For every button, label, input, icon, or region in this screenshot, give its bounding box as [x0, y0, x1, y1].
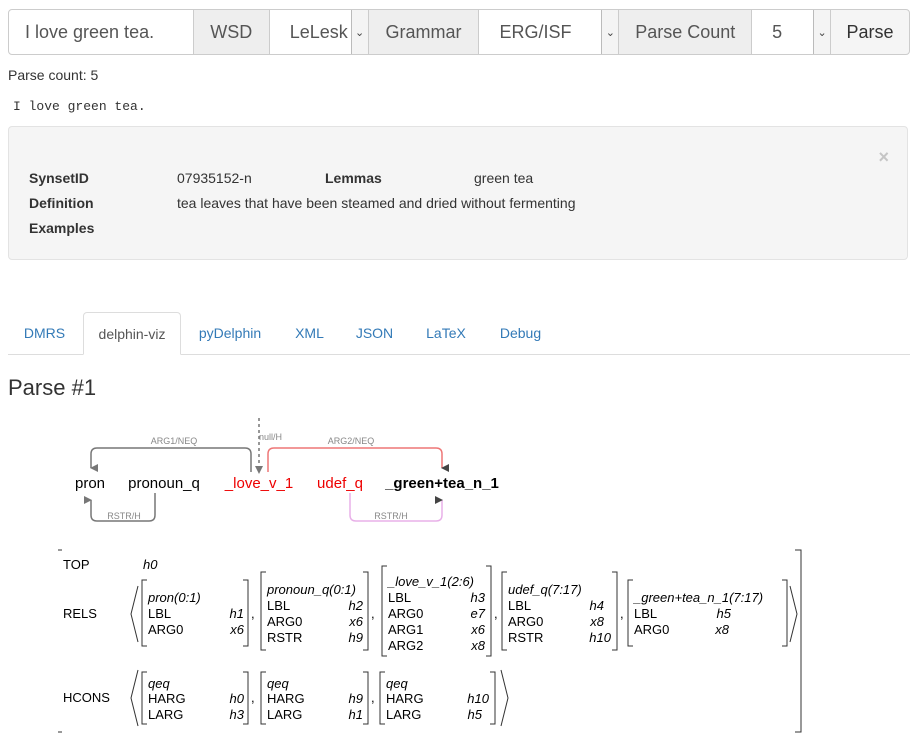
rel-value: x6	[470, 622, 486, 637]
rel-pronoun-q: pronoun_q(0:1) LBL h2 ARG0 x6 RSTR h9	[260, 571, 369, 651]
hcons-rel: qeq	[386, 676, 408, 691]
hcons-value: h3	[230, 707, 245, 722]
top-label: TOP	[63, 557, 90, 572]
arg2-link-label: ARG2/NEQ	[328, 436, 375, 446]
hcons-role: LARG	[386, 707, 421, 722]
rel-value: x6	[348, 614, 364, 629]
rel-green-tea-n-1: _green+tea_n_1(7:17) LBL h5 ARG0 x8	[627, 579, 788, 647]
rel-role: ARG0	[267, 614, 302, 629]
rel-pron: pron(0:1) LBL h1 ARG0 x6	[141, 579, 249, 647]
rel-pred: _love_v_1	[386, 574, 447, 589]
comma: ,	[251, 690, 255, 705]
hcons-value: h9	[349, 691, 363, 706]
svg-text:pron(0:1): pron(0:1)	[147, 590, 201, 605]
rel-value: x8	[589, 614, 605, 629]
comma: ,	[494, 606, 498, 621]
rel-pred: _green+tea_n_1	[632, 590, 729, 605]
rel-value: h10	[589, 630, 611, 645]
rel-udef-q: udef_q(7:17) LBL h4 ARG0 x8 RSTR h10	[501, 571, 618, 651]
dmrs-node-love-v-1[interactable]: _love_v_1	[224, 475, 293, 492]
rel-value: h2	[349, 598, 364, 613]
rel-role: LBL	[508, 598, 531, 613]
rel-pred: pron	[147, 590, 174, 605]
rel-value: h3	[471, 590, 486, 605]
dmrs-graph: null/H ARG1/NEQ ARG2/NEQ RSTR/H RSTR/H p…	[58, 418, 802, 733]
top-value: h0	[143, 557, 158, 572]
arg2-link	[267, 447, 449, 472]
rel-value: h4	[590, 598, 604, 613]
hcons-role: LARG	[267, 707, 302, 722]
rel-role: LBL	[148, 606, 171, 621]
hcons-role: HARG	[386, 691, 424, 706]
mrs-avm: TOP h0 RELS HCONS pron(0:1) LBL h1 ARG0 …	[58, 549, 802, 733]
top-link-label: null/H	[259, 432, 282, 442]
rel-role: LBL	[634, 606, 657, 621]
hcons-3: qeq HARG h10 LARG h5	[379, 671, 496, 725]
hcons-value: h5	[468, 707, 483, 722]
rels-label: RELS	[63, 606, 97, 621]
hcons-value: h10	[467, 691, 489, 706]
rel-role: ARG0	[148, 622, 183, 637]
rel-love-v-1: _love_v_1(2:6) LBL h3 ARG0 e7 ARG1 x6 AR…	[381, 565, 492, 657]
rel-role: ARG2	[388, 638, 423, 653]
arg1-link-label: ARG1/NEQ	[151, 436, 198, 446]
arrowhead-icon	[255, 466, 263, 474]
rel-span: (0:1)	[329, 582, 356, 597]
hcons-rel: qeq	[148, 676, 170, 691]
hcons-value: h0	[230, 691, 245, 706]
rel-role: RSTR	[267, 630, 302, 645]
rel-value: e7	[471, 606, 486, 621]
svg-text:_green+tea_n_1(7:17): _green+tea_n_1(7:17)	[632, 590, 763, 605]
rel-role: ARG1	[388, 622, 423, 637]
rel-role: RSTR	[508, 630, 543, 645]
comma: ,	[371, 690, 375, 705]
svg-text:pronoun_q(0:1): pronoun_q(0:1)	[266, 582, 356, 597]
rel-role: ARG0	[388, 606, 423, 621]
rel-role: LBL	[267, 598, 290, 613]
rel-pred: pronoun_q	[266, 582, 330, 597]
hcons-role: HARG	[267, 691, 305, 706]
hcons-label: HCONS	[63, 690, 110, 705]
svg-text:_love_v_1(2:6): _love_v_1(2:6)	[386, 574, 474, 589]
rel-role: ARG0	[634, 622, 669, 637]
dmrs-node-pron[interactable]: pron	[75, 475, 105, 492]
rel-span: (7:17)	[548, 582, 582, 597]
dmrs-node-udef-q[interactable]: udef_q	[317, 475, 363, 492]
hcons-rel: qeq	[267, 676, 289, 691]
comma: ,	[620, 606, 624, 621]
rel-value: h5	[717, 606, 732, 621]
dmrs-node-green-tea-n-1[interactable]: _green+tea_n_1	[384, 475, 499, 492]
rel-span: (7:17)	[729, 590, 763, 605]
rel-value: h1	[230, 606, 244, 621]
rel-value: x6	[229, 622, 245, 637]
hcons-2: qeq HARG h9 LARG h1	[260, 671, 369, 725]
hcons-value: h1	[349, 707, 363, 722]
rel-value: h9	[349, 630, 363, 645]
rstr-link-1-label: RSTR/H	[107, 511, 141, 521]
svg-text:udef_q(7:17): udef_q(7:17)	[508, 582, 582, 597]
dmrs-node-pronoun-q[interactable]: pronoun_q	[128, 475, 200, 492]
hcons-role: LARG	[148, 707, 183, 722]
arg1-link	[90, 447, 252, 472]
hcons-role: HARG	[148, 691, 186, 706]
rel-span: (2:6)	[447, 574, 474, 589]
rel-role: LBL	[388, 590, 411, 605]
rstr-link-2-label: RSTR/H	[374, 511, 408, 521]
rel-value: x8	[470, 638, 486, 653]
rel-role: ARG0	[508, 614, 543, 629]
rel-span: (0:1)	[174, 590, 201, 605]
comma: ,	[371, 606, 375, 621]
rel-pred: udef_q	[508, 582, 549, 597]
hcons-1: qeq HARG h0 LARG h3	[141, 671, 249, 725]
rel-value: x8	[714, 622, 730, 637]
comma: ,	[251, 606, 255, 621]
